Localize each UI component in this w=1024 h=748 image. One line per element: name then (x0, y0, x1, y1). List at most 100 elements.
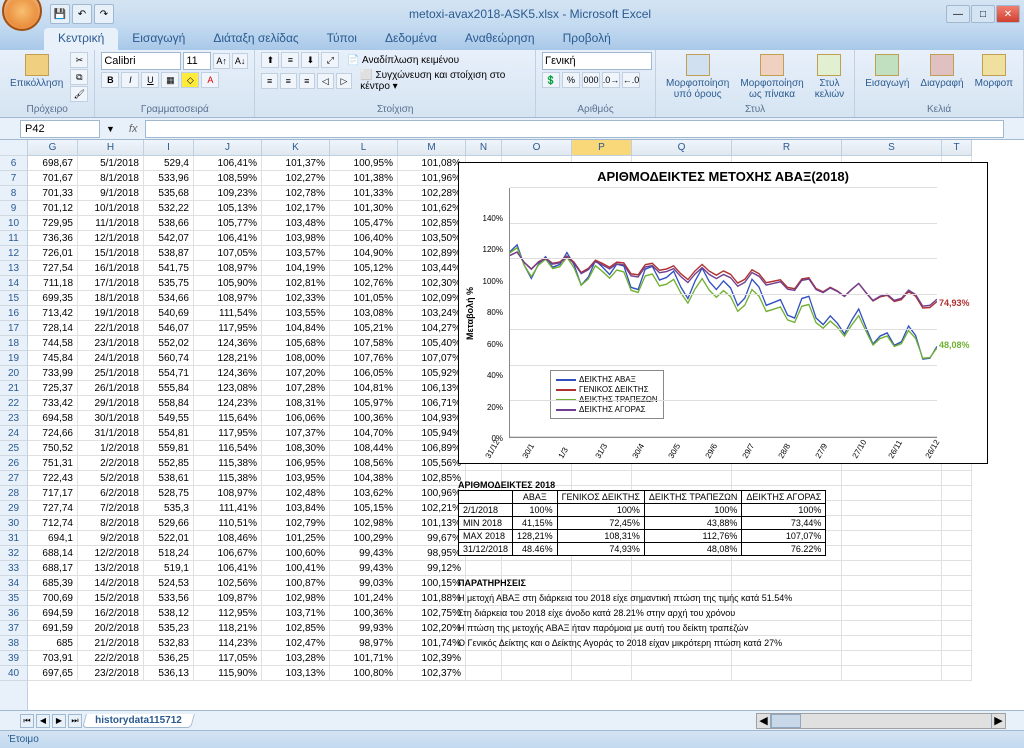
cell[interactable]: 685 (28, 636, 78, 651)
cell[interactable]: 102,30% (398, 276, 466, 291)
cell[interactable]: 124,36% (194, 366, 262, 381)
cell[interactable] (842, 531, 942, 546)
row-header-36[interactable]: 36 (0, 606, 27, 621)
cell[interactable]: 117,95% (194, 426, 262, 441)
row-header-32[interactable]: 32 (0, 546, 27, 561)
font-color-button[interactable]: A (201, 72, 219, 88)
cell[interactable]: 104,81% (330, 381, 398, 396)
cell[interactable] (942, 561, 972, 576)
cell[interactable]: 105,15% (330, 501, 398, 516)
row-header-29[interactable]: 29 (0, 501, 27, 516)
row-header-11[interactable]: 11 (0, 231, 27, 246)
cell[interactable]: 108,30% (262, 441, 330, 456)
sheet-tab-active[interactable]: historydata115712 (82, 714, 194, 728)
italic-button[interactable]: I (121, 72, 139, 88)
undo-button[interactable]: ↶ (72, 4, 92, 24)
cell[interactable]: 107,05% (194, 246, 262, 261)
cell[interactable]: 750,52 (28, 441, 78, 456)
row-header-19[interactable]: 19 (0, 351, 27, 366)
cell[interactable]: 29/1/2018 (78, 396, 144, 411)
cell[interactable]: 524,53 (144, 576, 194, 591)
cell[interactable] (942, 666, 972, 681)
cell[interactable]: 538,61 (144, 471, 194, 486)
cell[interactable]: 533,96 (144, 171, 194, 186)
cell[interactable]: 124,36% (194, 336, 262, 351)
cell[interactable]: 555,84 (144, 381, 194, 396)
copy-button[interactable]: ⧉ (70, 69, 88, 85)
underline-button[interactable]: U (141, 72, 159, 88)
cell[interactable]: 535,75 (144, 276, 194, 291)
tab-προβολή[interactable]: Προβολή (549, 28, 625, 50)
tab-εισαγωγή[interactable]: Εισαγωγή (118, 28, 199, 50)
cell[interactable]: 552,85 (144, 456, 194, 471)
cell[interactable]: 2/2/2018 (78, 456, 144, 471)
cell[interactable]: 685,39 (28, 576, 78, 591)
cell[interactable]: 102,20% (398, 621, 466, 636)
row-header-9[interactable]: 9 (0, 201, 27, 216)
cell[interactable]: 103,50% (398, 231, 466, 246)
cell[interactable]: 725,37 (28, 381, 78, 396)
cell[interactable]: 733,99 (28, 366, 78, 381)
cell[interactable]: 745,84 (28, 351, 78, 366)
row-header-26[interactable]: 26 (0, 456, 27, 471)
row-header-28[interactable]: 28 (0, 486, 27, 501)
row-header-13[interactable]: 13 (0, 261, 27, 276)
cell[interactable]: 688,17 (28, 561, 78, 576)
row-header-6[interactable]: 6 (0, 156, 27, 171)
cell[interactable]: 700,69 (28, 591, 78, 606)
cell[interactable]: 698,67 (28, 156, 78, 171)
cell[interactable]: 106,89% (398, 441, 466, 456)
delete-button[interactable]: Διαγραφή (916, 52, 967, 91)
last-sheet-button[interactable]: ⏭ (68, 714, 82, 728)
cell[interactable] (942, 591, 972, 606)
cell[interactable]: 109,23% (194, 186, 262, 201)
cell[interactable]: 9/1/2018 (78, 186, 144, 201)
cell[interactable]: 102,78% (262, 186, 330, 201)
cell[interactable]: 15/2/2018 (78, 591, 144, 606)
row-header-40[interactable]: 40 (0, 666, 27, 681)
number-format-select[interactable] (542, 52, 652, 70)
cell[interactable]: 106,41% (194, 561, 262, 576)
cell[interactable]: 115,38% (194, 471, 262, 486)
column-header-I[interactable]: I (144, 140, 194, 156)
cell[interactable]: 518,24 (144, 546, 194, 561)
column-header-S[interactable]: S (842, 140, 942, 156)
cell[interactable]: 726,01 (28, 246, 78, 261)
cell[interactable]: 102,28% (398, 186, 466, 201)
cell[interactable] (842, 606, 942, 621)
cell[interactable]: 101,96% (398, 171, 466, 186)
worksheet-grid[interactable]: 6789101112131415161718192021222324252627… (0, 140, 1024, 710)
cell[interactable]: 108,31% (262, 396, 330, 411)
cell[interactable]: 100,60% (262, 546, 330, 561)
cell[interactable]: 115,38% (194, 456, 262, 471)
cell[interactable]: 19/1/2018 (78, 306, 144, 321)
cell[interactable]: 103,28% (262, 651, 330, 666)
cell[interactable]: 703,91 (28, 651, 78, 666)
cell[interactable]: 106,41% (194, 231, 262, 246)
close-button[interactable]: ✕ (996, 5, 1020, 23)
cell[interactable]: 536,25 (144, 651, 194, 666)
cell[interactable]: 18/1/2018 (78, 291, 144, 306)
cell[interactable]: 697,65 (28, 666, 78, 681)
cell[interactable]: 102,27% (262, 171, 330, 186)
cell[interactable]: 10/1/2018 (78, 201, 144, 216)
row-header-7[interactable]: 7 (0, 171, 27, 186)
cell[interactable]: 8/2/2018 (78, 516, 144, 531)
cell[interactable]: 25/1/2018 (78, 366, 144, 381)
cell[interactable]: 102,39% (398, 651, 466, 666)
cell[interactable]: 701,67 (28, 171, 78, 186)
cut-button[interactable]: ✂ (70, 52, 88, 68)
cell[interactable]: 108,97% (194, 261, 262, 276)
cell[interactable]: 529,4 (144, 156, 194, 171)
format-as-table-button[interactable]: Μορφοποίηση ως πίνακα (736, 52, 807, 102)
cell[interactable]: 104,70% (330, 426, 398, 441)
row-header-24[interactable]: 24 (0, 426, 27, 441)
cell[interactable]: 107,37% (262, 426, 330, 441)
cell[interactable]: 101,37% (262, 156, 330, 171)
cell[interactable]: 102,79% (262, 516, 330, 531)
cell[interactable]: 100,36% (330, 411, 398, 426)
cell[interactable]: 102,85% (262, 621, 330, 636)
cell[interactable]: 103,55% (262, 306, 330, 321)
office-button[interactable] (2, 0, 42, 31)
cell[interactable] (942, 576, 972, 591)
